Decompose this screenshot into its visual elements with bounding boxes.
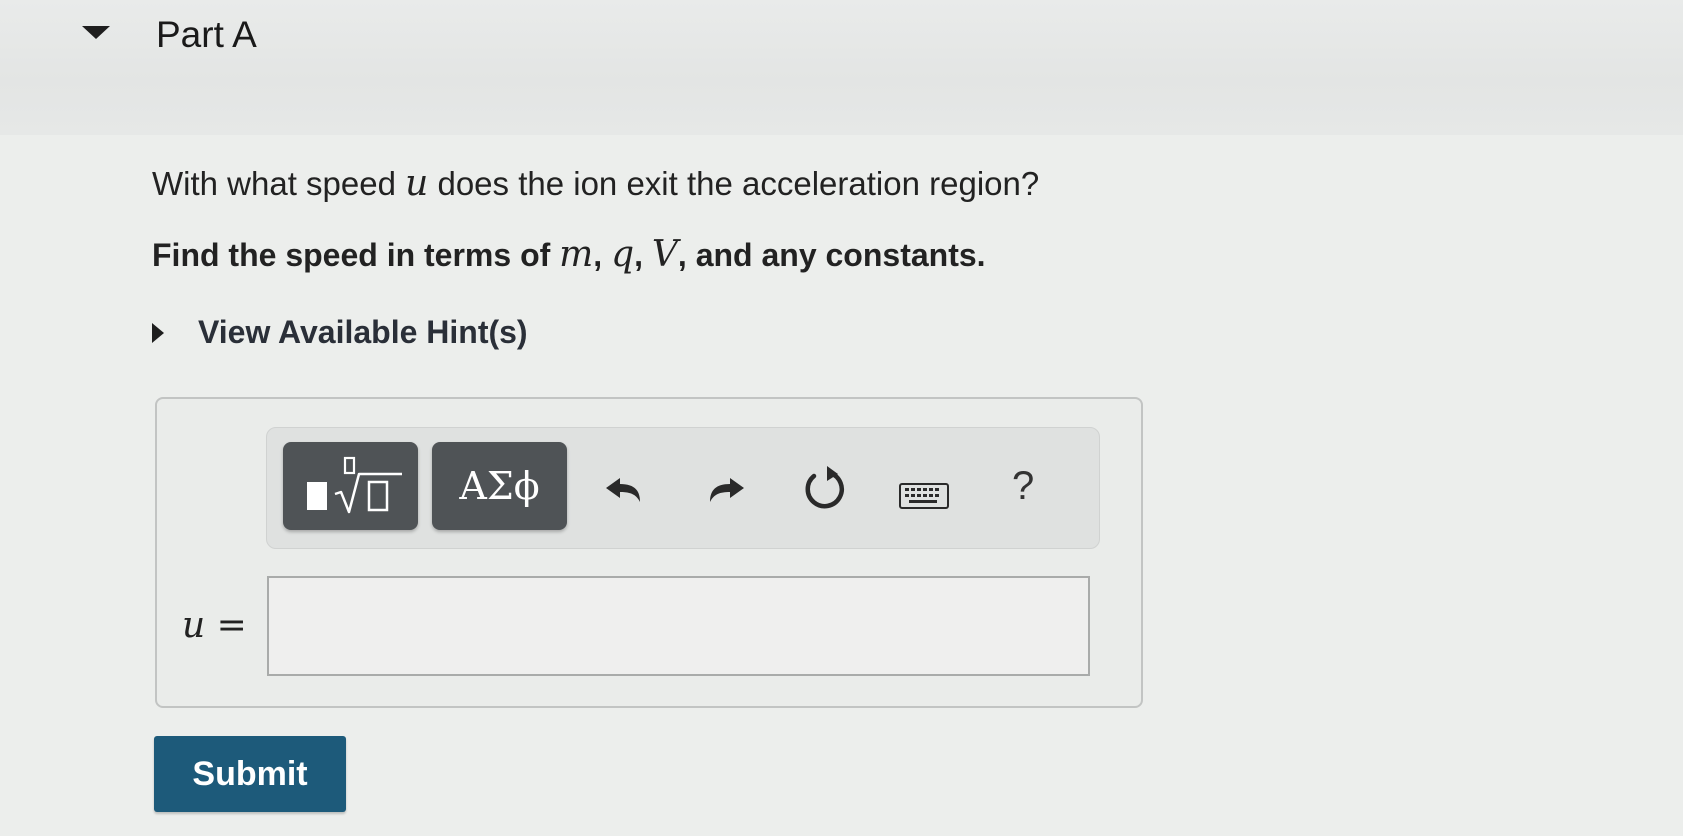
greek-symbols-button[interactable]: ΑΣϕ <box>432 442 567 530</box>
answer-variable: u = <box>182 605 247 646</box>
instruction-text-after: , and any constants. <box>677 237 986 273</box>
collapse-triangle-icon[interactable] <box>82 26 110 39</box>
variable-m: m <box>559 234 594 275</box>
templates-button[interactable] <box>283 442 418 530</box>
separator-2: , <box>634 237 652 273</box>
question-text: With what speed u does the ion exit the … <box>152 163 1039 204</box>
instruction-text: Find the speed in terms of m, q, V, and … <box>152 234 986 275</box>
question-text-before: With what speed <box>152 165 406 202</box>
separator-1: , <box>593 237 612 273</box>
instruction-text-before: Find the speed in terms of <box>152 237 560 273</box>
variable-V: V <box>651 234 678 275</box>
question-text-after: does the ion exit the acceleration regio… <box>428 165 1040 202</box>
keyboard-icon[interactable] <box>898 480 950 512</box>
question-variable: u <box>405 163 429 204</box>
answer-input[interactable] <box>267 576 1090 676</box>
help-button[interactable]: ? <box>1012 464 1034 509</box>
greek-symbols-label: ΑΣϕ <box>459 464 540 508</box>
undo-icon[interactable] <box>602 470 646 506</box>
view-hints-label: View Available Hint(s) <box>198 314 528 350</box>
templates-root-icon <box>307 456 402 514</box>
variable-q: q <box>611 234 635 275</box>
redo-icon[interactable] <box>704 470 748 506</box>
reset-icon[interactable] <box>800 464 848 512</box>
answer-label: u = <box>182 605 247 646</box>
expand-triangle-icon <box>152 323 164 343</box>
submit-button[interactable]: Submit <box>154 736 346 812</box>
part-title: Part A <box>156 14 257 55</box>
